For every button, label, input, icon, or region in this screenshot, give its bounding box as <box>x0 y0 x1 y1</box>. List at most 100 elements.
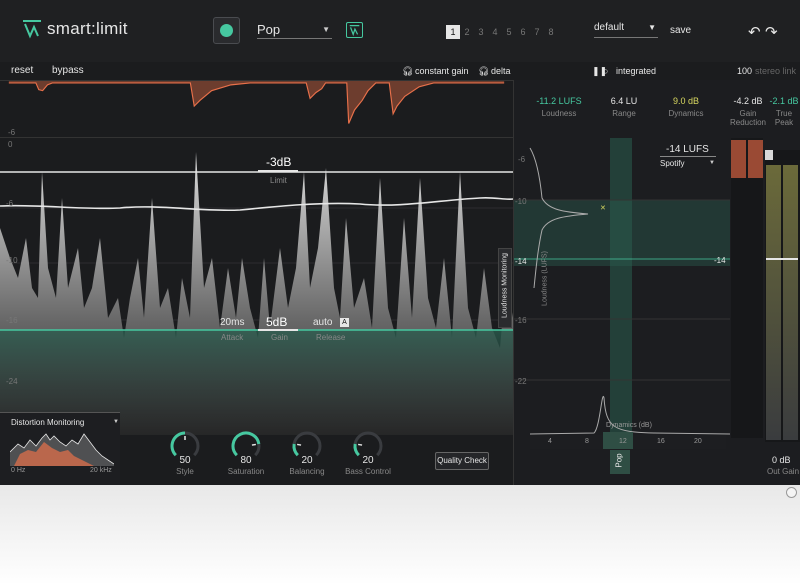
slot-2[interactable]: 2 <box>460 25 474 39</box>
slot-5[interactable]: 5 <box>502 25 516 39</box>
chevron-down-icon[interactable]: ▼ <box>709 160 715 166</box>
genre-label: Pop <box>614 453 624 468</box>
knob-pointer <box>297 443 302 446</box>
redo-icon[interactable]: ↷ <box>765 23 778 41</box>
headphone-icon: 🎧︎ <box>402 66 414 76</box>
limit-label: Limit <box>270 176 287 185</box>
target-marker: -14 <box>714 256 726 265</box>
knob-level-arc <box>353 443 360 457</box>
y-label-0: 0 <box>8 140 13 149</box>
gain-label: Gain <box>271 333 288 342</box>
slot-6[interactable]: 6 <box>516 25 530 39</box>
peak-meter-left <box>766 165 781 440</box>
dyn-tick-4: 4 <box>548 438 552 445</box>
settings-gear-icon[interactable] <box>786 487 797 498</box>
preset-dropdown[interactable]: Pop ▼ <box>257 22 332 39</box>
platform-dropdown[interactable]: Spotify <box>660 159 684 168</box>
out-gain-label: Out Gain <box>767 467 800 476</box>
knob-value: 50 <box>179 455 191 466</box>
release-value[interactable]: auto <box>313 317 332 328</box>
save-button[interactable]: save <box>670 25 691 36</box>
slot-7[interactable]: 7 <box>530 25 544 39</box>
gr-axis-label: -6 <box>8 128 16 137</box>
knob-pointer <box>251 443 256 446</box>
limit-handle[interactable] <box>258 170 298 172</box>
distortion-x-max: 20 kHz <box>90 467 112 474</box>
slot-4[interactable]: 4 <box>488 25 502 39</box>
true-peak-label: True Peak <box>774 109 794 127</box>
limit-value[interactable]: -3dB <box>266 155 291 169</box>
settings-preset-value: default <box>594 22 625 33</box>
knob-value: 80 <box>240 455 252 466</box>
loudness-label: Loudness <box>541 109 577 118</box>
gain-handle[interactable] <box>258 329 298 331</box>
knob-style[interactable]: 50 Style <box>165 430 205 485</box>
app-title: smart:limit <box>47 19 128 38</box>
release-label: Release <box>316 333 346 342</box>
stat-true-peak: -2.1 dB True Peak <box>768 96 800 127</box>
headphone-icon: 🎧︎ <box>478 66 490 76</box>
chevron-down-icon[interactable]: ▼ <box>113 419 119 425</box>
stat-range: 6.4 LU Range <box>598 96 650 118</box>
knob-value: 20 <box>301 455 313 466</box>
knob-label: Style <box>176 467 194 476</box>
auto-release-badge[interactable]: A <box>340 318 349 327</box>
y-label-6: -6 <box>6 199 14 208</box>
stereo-link-label: stereo link <box>755 66 797 76</box>
loudness-value: -11.2 LUFS <box>536 96 582 106</box>
lufs-axis-label: Loudness (LUFS) <box>541 251 549 306</box>
quality-check-button[interactable]: Quality Check <box>435 452 489 470</box>
stat-gain-reduction: -4.2 dB Gain Reduction <box>728 96 768 127</box>
knob-bass-control[interactable]: 20 Bass Control <box>345 430 391 485</box>
lufs-label-22: -22 <box>515 377 527 386</box>
attack-value[interactable]: 20ms <box>220 317 244 328</box>
chevron-down-icon: ▼ <box>322 25 330 34</box>
gain-reduction-graph <box>0 80 513 138</box>
gr-meter-left <box>731 140 746 178</box>
knob-saturation[interactable]: 80 Saturation <box>226 430 266 485</box>
preset-value: Pop <box>257 22 281 37</box>
dyn-tick-20: 20 <box>694 438 702 445</box>
knob-level-arc <box>292 443 299 457</box>
slot-1[interactable]: 1 <box>446 25 460 39</box>
gain-reduction-meter <box>731 138 763 438</box>
settings-preset-dropdown[interactable]: default ▼ <box>594 22 658 38</box>
profile-icon[interactable] <box>346 22 363 38</box>
stat-dynamics: 9.0 dB Dynamics <box>660 96 712 118</box>
target-lufs-value[interactable]: -14 LUFS <box>666 144 709 155</box>
undo-icon[interactable]: ↶ <box>748 23 761 41</box>
stat-loudness: -11.2 LUFS Loudness <box>530 96 588 118</box>
reset-button[interactable]: reset <box>11 65 33 76</box>
stereo-link-value[interactable]: 100 <box>737 66 752 76</box>
out-gain-handle[interactable] <box>766 258 798 260</box>
constant-gain-button[interactable]: constant gain <box>415 66 469 76</box>
slot-8[interactable]: 8 <box>544 25 558 39</box>
gain-reduction-label: Gain Reduction <box>729 109 767 127</box>
delta-button[interactable]: delta <box>491 66 511 76</box>
y-label-10: -10 <box>6 256 18 265</box>
reset-loudness-icon[interactable]: ○ <box>603 66 608 76</box>
knob-label: Bass Control <box>345 467 391 476</box>
range-value: 6.4 LU <box>610 96 638 106</box>
reflection <box>0 485 800 585</box>
gain-reduction-value: -4.2 dB <box>733 96 763 106</box>
true-peak-value: -2.1 dB <box>769 96 799 106</box>
knob-balancing[interactable]: 20 Balancing <box>287 430 327 485</box>
knob-label: Balancing <box>289 467 325 476</box>
knob-pointer <box>358 443 363 446</box>
gain-value[interactable]: 5dB <box>266 315 287 329</box>
dynamics-axis-label: Dynamics (dB) <box>606 422 652 429</box>
bypass-button[interactable]: bypass <box>52 65 84 76</box>
y-label-16: -16 <box>6 316 18 325</box>
peak-meter-right <box>783 165 798 440</box>
chevron-down-icon: ▼ <box>648 23 656 32</box>
dynamics-label: Dynamics <box>668 109 704 118</box>
distortion-title[interactable]: Distortion Monitoring <box>11 418 84 427</box>
waveform-plot <box>0 152 513 435</box>
knob-value: 20 <box>362 455 374 466</box>
lufs-label-10: -10 <box>515 197 527 206</box>
lufs-label-16: -16 <box>515 316 527 325</box>
slot-3[interactable]: 3 <box>474 25 488 39</box>
out-gain-value[interactable]: 0 dB <box>772 455 791 465</box>
dynamics-value: 9.0 dB <box>672 96 700 106</box>
